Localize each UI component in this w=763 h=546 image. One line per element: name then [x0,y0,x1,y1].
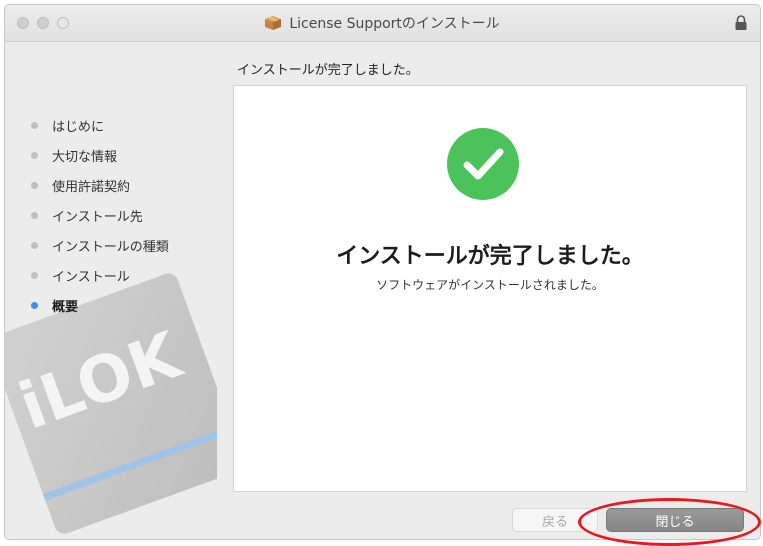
sidebar: iLOK はじめに 大切な情報 使用許諾契約 インストール先 インストールの種類… [5,42,230,539]
step-item-read-me: 大切な情報 [31,140,169,170]
title-bar[interactable]: License Supportのインストール [5,5,760,42]
step-bullet [31,241,38,249]
step-label: はじめに [52,119,105,135]
page-heading: インストールが完了しました。 [237,63,419,78]
step-label: インストール [52,269,130,285]
step-label: 大切な情報 [52,149,118,165]
step-item-installation: インストール [31,260,169,290]
installer-window: License Supportのインストール iLOK はじめに 大切な情報 使… [4,4,761,540]
window-title: License Supportのインストール [289,16,500,32]
step-item-license: 使用許諾契約 [31,170,169,200]
step-label: 使用許諾契約 [52,179,131,195]
step-list: はじめに 大切な情報 使用許諾契約 インストール先 インストールの種類 インスト… [31,110,169,320]
completion-title: インストールが完了しました。 [336,244,644,269]
step-bullet [31,121,38,129]
close-button-highlight [578,498,761,546]
step-bullet [31,151,38,159]
checkmark-circle-icon [447,128,519,200]
step-bullet-active [31,301,38,309]
step-bullet [31,211,38,219]
step-label: インストール先 [52,209,143,225]
step-bullet [31,181,38,189]
step-label: インストールの種類 [52,239,169,255]
step-bullet [31,271,38,279]
step-item-destination: インストール先 [31,200,169,230]
step-label: 概要 [52,299,79,315]
content-panel: インストールが完了しました。 ソフトウェアがインストールされました。 [233,85,747,492]
window-title-group: License Supportのインストール [5,5,760,41]
lock-icon [735,15,747,30]
package-icon [265,16,282,30]
step-item-introduction: はじめに [31,110,169,140]
step-item-summary: 概要 [31,290,169,320]
step-item-installation-type: インストールの種類 [31,230,169,260]
completion-message: ソフトウェアがインストールされました。 [376,278,604,292]
